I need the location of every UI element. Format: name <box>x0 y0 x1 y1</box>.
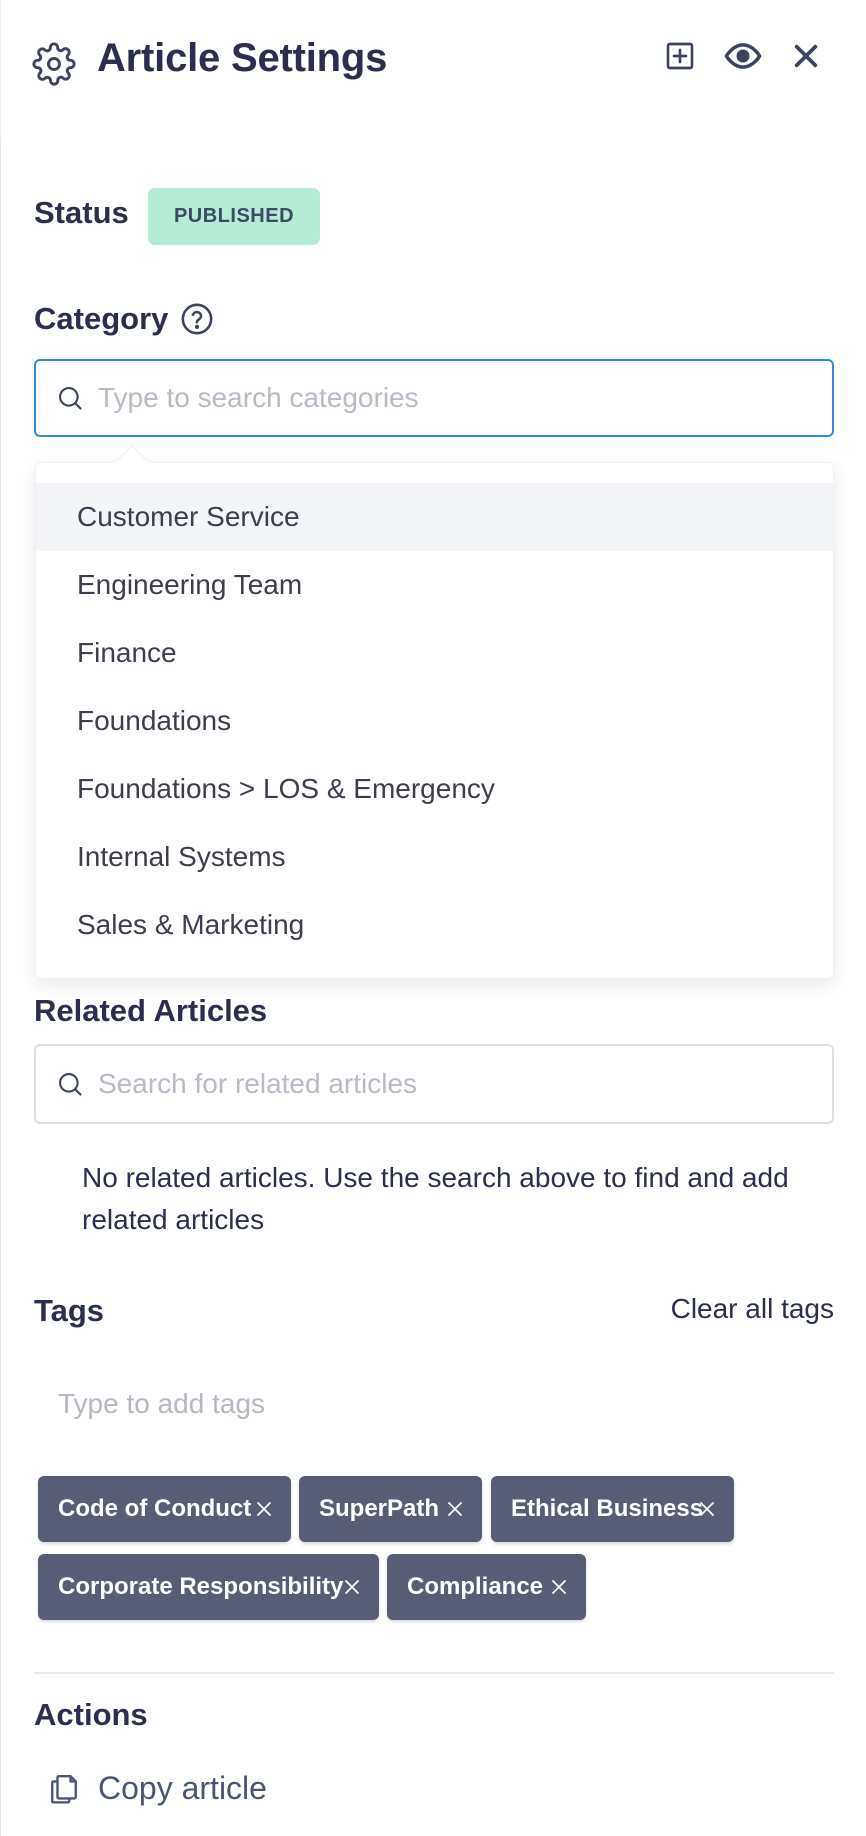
copy-icon <box>51 1775 77 1804</box>
panel-title: Article Settings <box>97 36 388 80</box>
section-divider <box>34 1672 834 1674</box>
tag-label: Ethical Business <box>511 1495 704 1522</box>
remove-tag-icon[interactable] <box>550 1578 568 1596</box>
eye-icon <box>724 43 762 69</box>
tag-chip: SuperPath <box>299 1476 482 1542</box>
status-label: Status <box>34 195 129 230</box>
tag-label: Compliance <box>407 1573 544 1600</box>
dropdown-caret <box>115 445 149 479</box>
category-option[interactable]: Foundations <box>36 687 833 755</box>
related-search-field[interactable] <box>34 1044 834 1124</box>
tag-chip: Corporate Responsibility <box>38 1554 379 1620</box>
actions-label: Actions <box>34 1697 148 1732</box>
clear-tags-link[interactable]: Clear all tags <box>671 1293 834 1325</box>
tags-label: Tags <box>34 1293 105 1328</box>
category-search-field[interactable] <box>34 359 834 437</box>
tag-chip: Code of Conduct <box>38 1476 291 1542</box>
category-option[interactable]: Engineering Team <box>36 551 833 619</box>
remove-tag-icon[interactable] <box>446 1500 464 1518</box>
tag-chip: Ethical Business <box>491 1476 734 1542</box>
close-icon <box>794 44 818 68</box>
tag-chip: Compliance <box>387 1554 586 1620</box>
category-search-input[interactable] <box>98 361 816 435</box>
related-articles-label: Related Articles <box>34 993 268 1028</box>
category-label: Category <box>34 301 169 336</box>
preview-button[interactable] <box>723 36 763 76</box>
tag-label: Code of Conduct <box>58 1495 252 1522</box>
category-option[interactable]: Sales & Marketing <box>36 891 833 959</box>
panel-header: Article Settings <box>0 0 866 125</box>
close-button[interactable] <box>786 36 826 76</box>
help-icon[interactable] <box>180 302 214 336</box>
remove-tag-icon[interactable] <box>255 1500 273 1518</box>
category-option[interactable]: Finance <box>36 619 833 687</box>
category-option[interactable]: Internal Systems <box>36 823 833 891</box>
search-icon <box>59 387 82 410</box>
search-icon <box>59 1073 82 1096</box>
copy-article-label: Copy article <box>98 1769 267 1806</box>
remove-tag-icon[interactable] <box>698 1500 716 1518</box>
panel-left-border <box>0 140 1 1836</box>
tag-label: SuperPath <box>319 1495 440 1522</box>
tag-input[interactable]: Type to add tags <box>58 1388 265 1420</box>
category-option[interactable]: Foundations > LOS & Emergency <box>36 755 833 823</box>
tag-label: Corporate Responsibility <box>58 1573 344 1600</box>
plus-square-icon <box>666 42 694 70</box>
gear-icon <box>32 42 76 86</box>
copy-article-button[interactable]: Copy article <box>48 1766 267 1810</box>
no-related-message: No related articles. Use the search abov… <box>82 1162 789 1235</box>
remove-tag-icon[interactable] <box>343 1578 361 1596</box>
related-search-input[interactable] <box>98 1046 816 1122</box>
category-dropdown: Customer Service Engineering Team Financ… <box>35 445 834 979</box>
add-button[interactable] <box>660 36 700 76</box>
category-option[interactable]: Customer Service <box>36 483 833 551</box>
status-badge: PUBLISHED <box>148 188 320 245</box>
